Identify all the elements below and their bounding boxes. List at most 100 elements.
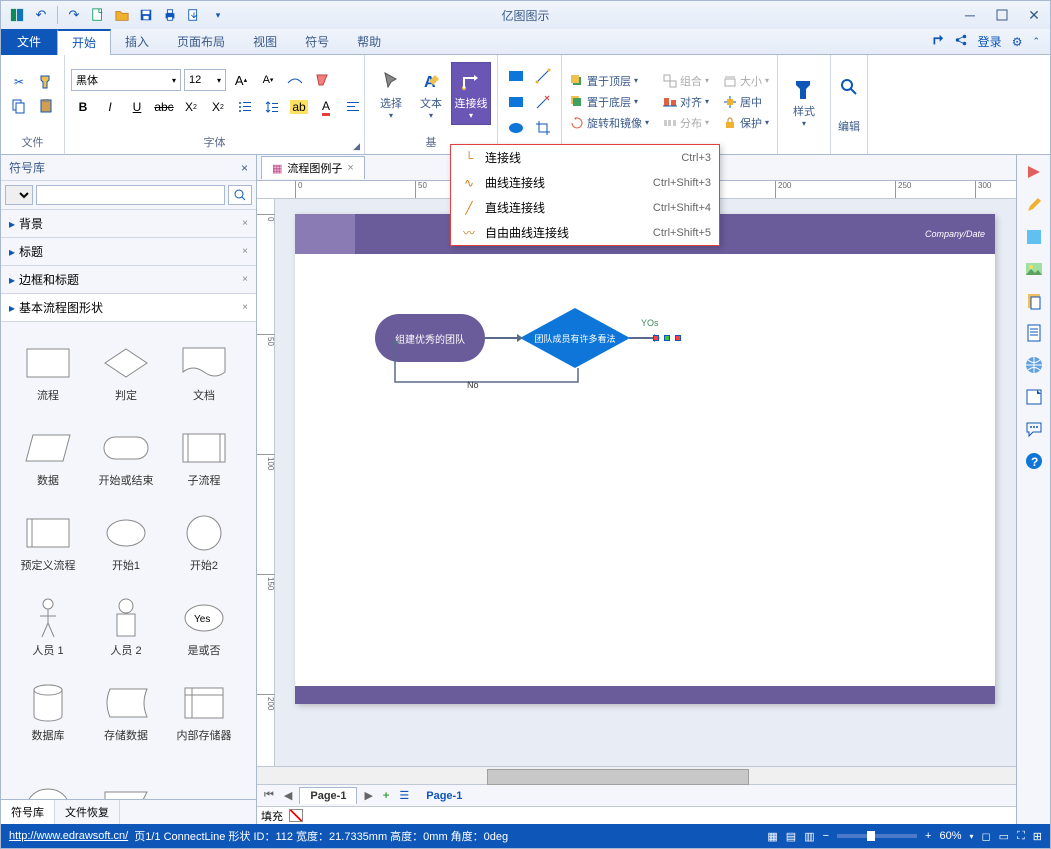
sidebar-tab-recovery[interactable]: 文件恢复 — [55, 800, 120, 824]
zoom-slider[interactable] — [837, 834, 917, 838]
dd-curve-connector[interactable]: ∿曲线连接线Ctrl+Shift+3 — [451, 170, 719, 195]
close-doc-icon[interactable]: × — [347, 162, 353, 174]
shape-partial[interactable] — [9, 755, 87, 799]
align-icon[interactable] — [341, 96, 365, 118]
shape-predefined[interactable]: 预定义流程 — [9, 500, 87, 585]
rt-image-icon[interactable] — [1022, 257, 1046, 281]
tab-view[interactable]: 视图 — [239, 29, 291, 55]
group-btn[interactable]: 组合▾ — [661, 72, 711, 90]
save-icon[interactable] — [136, 5, 156, 25]
search-button[interactable] — [228, 185, 252, 205]
dd-connector[interactable]: └连接线Ctrl+3 — [451, 145, 719, 170]
dd-freeform-connector[interactable]: 〰自由曲线连接线Ctrl+Shift+5 — [451, 220, 719, 245]
page-next-icon[interactable]: ▶ — [361, 789, 375, 802]
shape-stored-data[interactable]: 存储数据 — [87, 670, 165, 755]
tab-symbol[interactable]: 符号 — [291, 29, 343, 55]
dd-straight-connector[interactable]: ╱直线连接线Ctrl+Shift+4 — [451, 195, 719, 220]
italic-icon[interactable]: I — [98, 96, 122, 118]
ellipse-icon[interactable] — [504, 117, 528, 139]
new-icon[interactable] — [88, 5, 108, 25]
share-icon[interactable] — [930, 33, 944, 50]
page-add-icon[interactable]: + — [380, 790, 392, 802]
rect2-icon[interactable] — [504, 91, 528, 113]
font-size-select[interactable]: 12▾ — [184, 69, 226, 91]
increase-font-icon[interactable]: A▴ — [229, 69, 253, 91]
cut-icon[interactable]: ✂ — [7, 71, 31, 93]
sidebar-close-icon[interactable]: × — [241, 161, 248, 175]
rt-comment-icon[interactable] — [1022, 417, 1046, 441]
no-fill-icon[interactable] — [289, 809, 303, 822]
center-btn[interactable]: 居中 — [721, 93, 771, 111]
search-input[interactable] — [36, 185, 225, 205]
tab-help[interactable]: 帮助 — [343, 29, 395, 55]
tab-insert[interactable]: 插入 — [111, 29, 163, 55]
rt-layer-icon[interactable] — [1022, 225, 1046, 249]
doc-tab-active[interactable]: ▦流程图例子× — [261, 156, 365, 179]
shape-subprocess[interactable]: 子流程 — [165, 415, 243, 500]
font-family-select[interactable]: 黑体▾ — [71, 69, 181, 91]
copy-icon[interactable] — [7, 95, 31, 117]
clear-format-icon[interactable] — [310, 69, 334, 91]
rt-format-icon[interactable] — [1022, 161, 1046, 185]
login-link[interactable]: 登录 — [978, 33, 1002, 50]
line-shape-icon[interactable] — [531, 65, 555, 87]
cat-border-title[interactable]: ▸边框和标题× — [1, 266, 256, 294]
superscript-icon[interactable]: X2 — [206, 96, 230, 118]
zoom-in-icon[interactable]: + — [925, 830, 931, 842]
shape-person1[interactable]: 人员 1 — [9, 585, 87, 670]
page-first-icon[interactable]: ⏮ — [261, 789, 277, 802]
align-btn[interactable]: 对齐▾ — [661, 93, 711, 111]
horizontal-scrollbar[interactable] — [257, 766, 1016, 784]
status-url[interactable]: http://www.edrawsoft.cn/ — [9, 830, 128, 842]
qat-more-icon[interactable]: ▾ — [208, 5, 228, 25]
page-tab-nav[interactable]: Page-1 — [416, 788, 472, 804]
print-icon[interactable] — [160, 5, 180, 25]
close-button[interactable]: ✕ — [1018, 4, 1050, 26]
highlight-icon[interactable]: ab — [287, 96, 311, 118]
cat-title[interactable]: ▸标题× — [1, 238, 256, 266]
tab-start[interactable]: 开始 — [57, 29, 111, 55]
protect-btn[interactable]: 保护▾ — [721, 114, 771, 132]
shape-start2[interactable]: 开始2 — [165, 500, 243, 585]
collapse-ribbon-icon[interactable]: ⌃ — [1032, 36, 1040, 47]
size-btn[interactable]: 大小▾ — [721, 72, 771, 90]
redo-icon[interactable]: ↷ — [64, 5, 84, 25]
font-color-icon[interactable]: A — [314, 96, 338, 118]
page-prev-icon[interactable]: ◀ — [281, 789, 295, 802]
crop-icon[interactable] — [531, 117, 555, 139]
cat-basic-flowchart[interactable]: ▸基本流程图形状× — [1, 294, 256, 322]
canvas[interactable]: Company/Date 组建优秀的团队 团队成员有许多看法 YOs — [275, 199, 1016, 766]
view-mode3-icon[interactable]: ▥ — [804, 830, 814, 843]
settings-icon[interactable]: ⚙ — [1012, 35, 1023, 49]
shape-document[interactable]: 文档 — [165, 330, 243, 415]
page-list-icon[interactable]: ☰ — [396, 789, 412, 802]
select-tool[interactable]: 选择▾ — [371, 62, 411, 125]
fit-width-icon[interactable]: ▭ — [999, 830, 1009, 843]
view-mode1-icon[interactable]: ▦ — [767, 830, 777, 843]
shape-process[interactable]: 流程 — [9, 330, 87, 415]
format-painter-icon[interactable] — [34, 71, 58, 93]
grid-toggle-icon[interactable]: ⊞ — [1033, 830, 1042, 843]
bullets-icon[interactable] — [233, 96, 257, 118]
shape-terminator[interactable]: 开始或结束 — [87, 415, 165, 500]
shape-database[interactable]: 数据库 — [9, 670, 87, 755]
open-icon[interactable] — [112, 5, 132, 25]
connector-tool[interactable]: 连接线▾ — [451, 62, 491, 125]
shape-start1[interactable]: 开始1 — [87, 500, 165, 585]
file-menu[interactable]: 文件 — [1, 29, 57, 55]
share2-icon[interactable] — [954, 33, 968, 50]
view-mode2-icon[interactable]: ▤ — [786, 830, 796, 843]
bring-front[interactable]: 置于顶层▾ — [568, 72, 651, 90]
text-tool[interactable]: A文本▾ — [411, 62, 451, 125]
rt-globe-icon[interactable] — [1022, 353, 1046, 377]
font-dialog-launcher[interactable]: ◢ — [353, 141, 360, 152]
connector-no[interactable] — [393, 338, 578, 384]
paste-icon[interactable] — [34, 95, 58, 117]
bold-icon[interactable]: B — [71, 96, 95, 118]
shape-yesno[interactable]: Yes是或否 — [165, 585, 243, 670]
shape-person2[interactable]: 人员 2 — [87, 585, 165, 670]
rotate-flip[interactable]: 旋转和镜像▾ — [568, 114, 651, 132]
delete-conn-icon[interactable] — [531, 91, 555, 113]
zoom-out-icon[interactable]: − — [823, 830, 829, 842]
line-spacing-icon[interactable] — [260, 96, 284, 118]
